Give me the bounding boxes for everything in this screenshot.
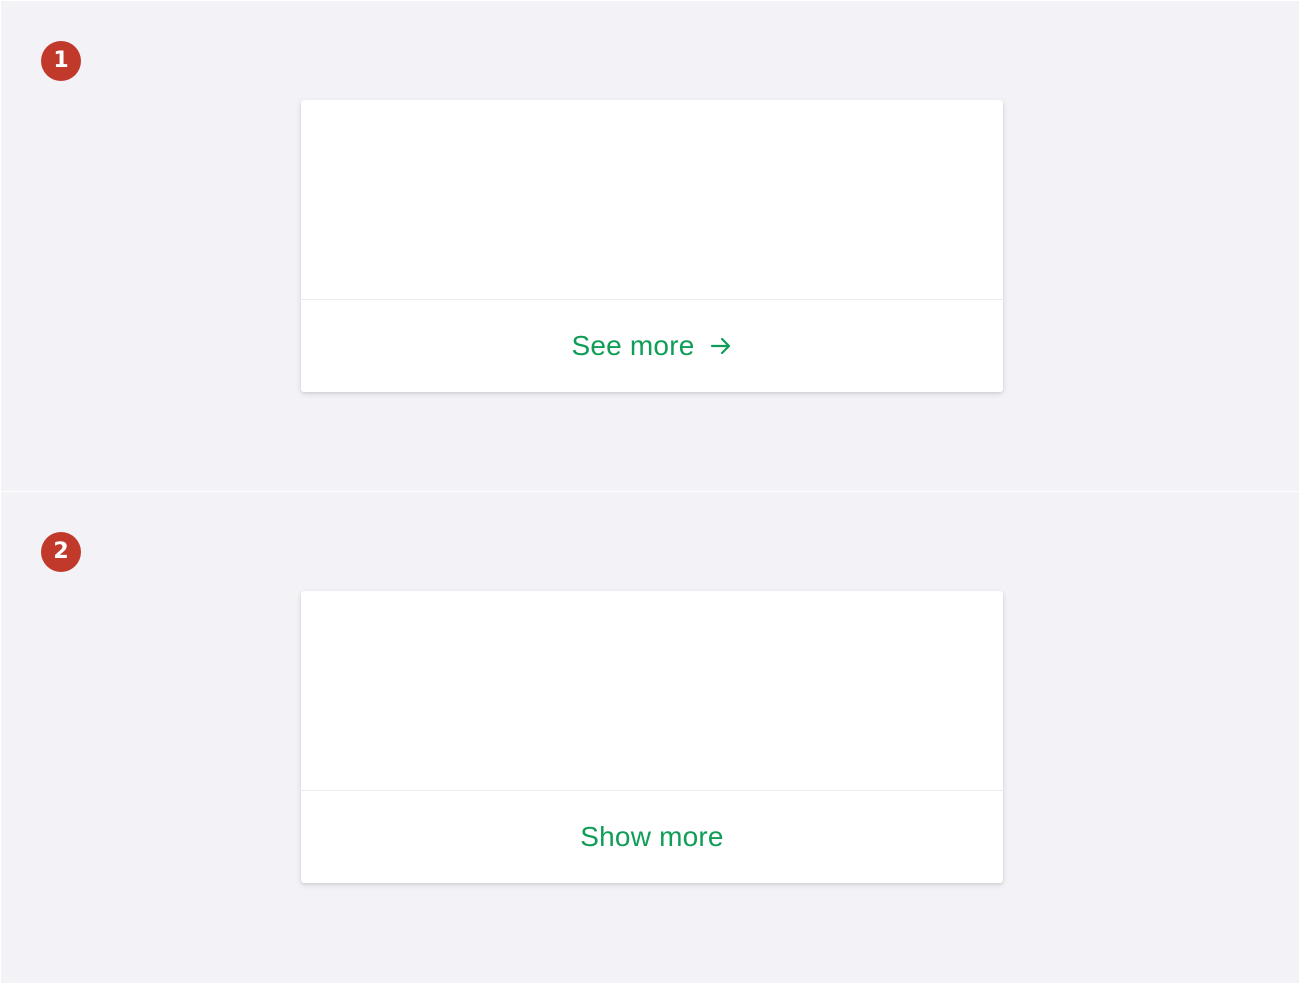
card-2: Show more	[301, 591, 1003, 883]
see-more-button[interactable]: See more	[301, 300, 1003, 392]
arrow-right-icon	[709, 334, 733, 358]
example-panel-1: 1 See more	[0, 0, 1300, 491]
show-more-button[interactable]: Show more	[301, 791, 1003, 883]
card-body	[301, 591, 1003, 791]
number-badge-2: 2	[41, 532, 81, 572]
example-panel-2: 2 Show more	[0, 492, 1300, 984]
see-more-label: See more	[571, 330, 695, 361]
see-more-link[interactable]: See more	[572, 330, 733, 362]
card-1: See more	[301, 100, 1003, 392]
show-more-link[interactable]: Show more	[580, 821, 723, 853]
show-more-label: Show more	[580, 821, 724, 852]
number-badge-1: 1	[41, 41, 81, 81]
card-body	[301, 100, 1003, 300]
